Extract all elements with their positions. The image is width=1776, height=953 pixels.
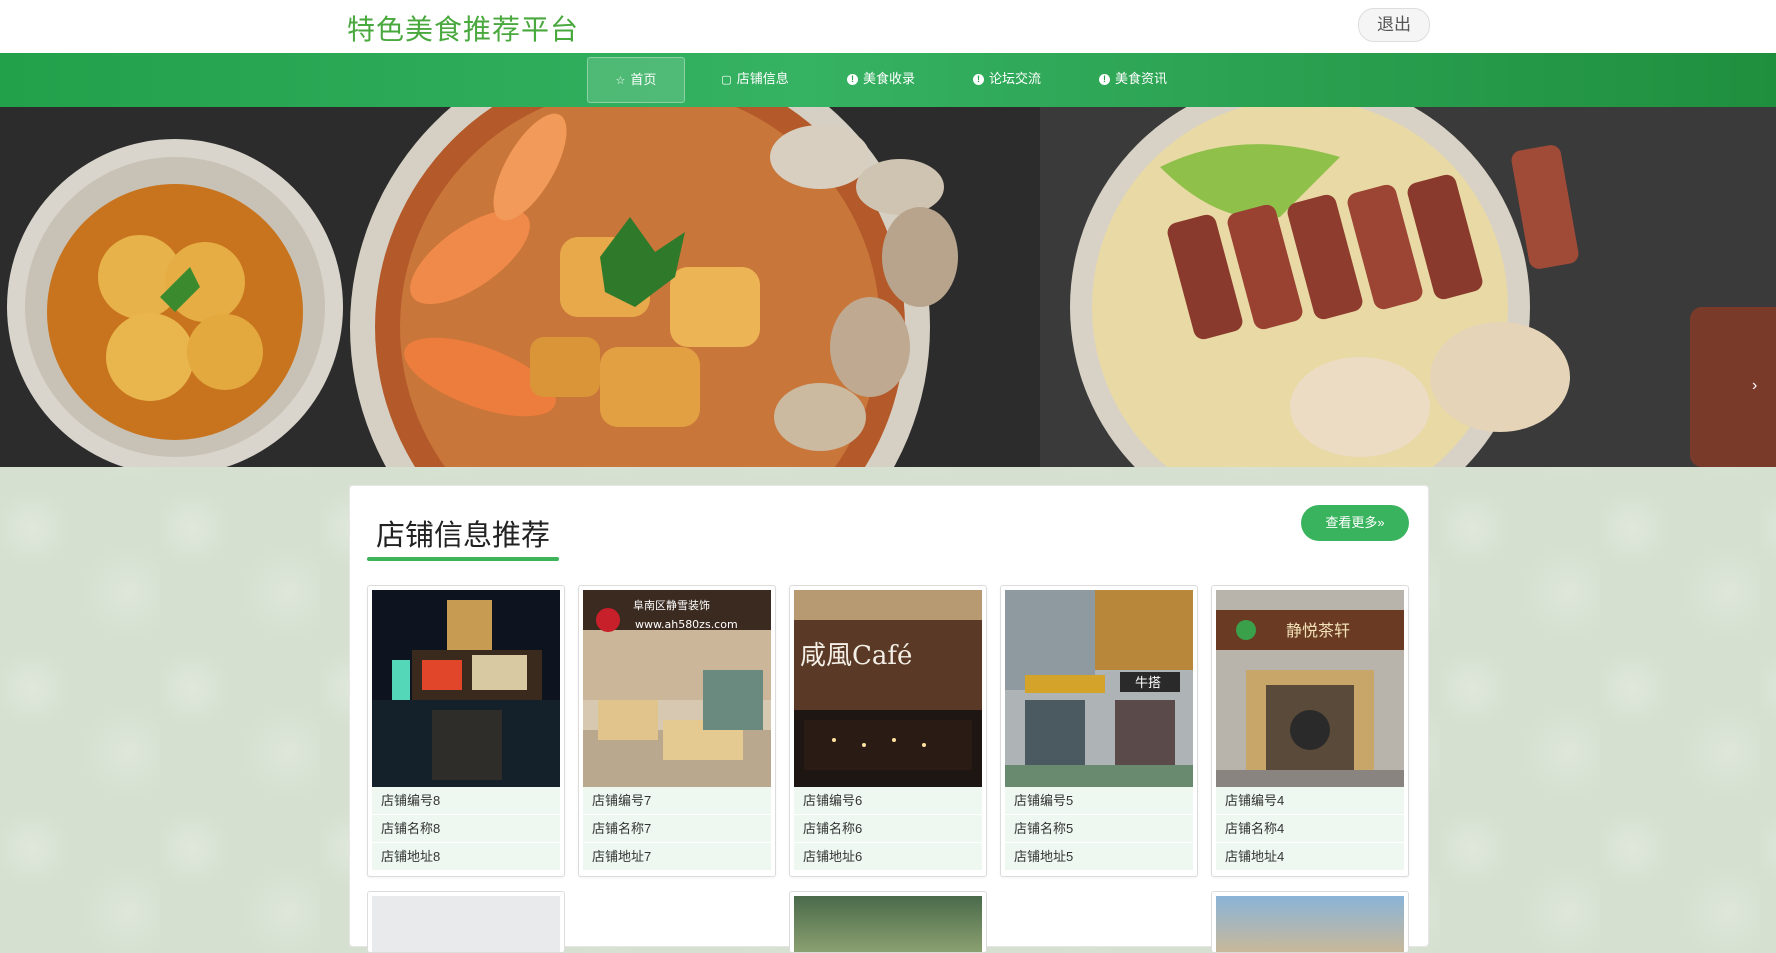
shop-image[interactable]: 牛搭 <box>1005 590 1193 787</box>
shop-name: 店铺名称8 <box>372 815 560 843</box>
shop5-sign: 牛搭 <box>1135 675 1161 691</box>
shop-name: 店铺名称5 <box>1005 815 1193 843</box>
shop-name: 店铺名称7 <box>583 815 771 843</box>
view-more-button[interactable]: 查看更多» <box>1301 505 1409 541</box>
info-icon: ! <box>972 74 984 85</box>
shop-card[interactable] <box>789 891 987 953</box>
nav-label: 首页 <box>630 72 657 87</box>
nav-label: 美食资讯 <box>1114 71 1167 86</box>
shop7-sign: 阜南区静雪装饰 <box>633 598 710 612</box>
shop-card[interactable]: 阜南区静雪装饰 www.ah580zs.com 店铺编号7 店铺名称7 店铺地址… <box>578 585 776 877</box>
main-nav: ☆ 首页 ▢ 店铺信息 ! 美食收录 ! 论坛交流 ! 美食资讯 <box>0 53 1776 107</box>
nav-item-news[interactable]: ! 美食资讯 <box>1078 57 1188 101</box>
nav-label: 店铺信息 <box>736 71 789 86</box>
shop4-sign: 静悦茶轩 <box>1286 621 1350 640</box>
shop-image[interactable]: 咸風Café <box>794 590 982 787</box>
shop-no: 店铺编号5 <box>1005 787 1193 815</box>
chevron-right-icon[interactable]: › <box>1752 377 1757 395</box>
banner-food-image <box>0 107 1776 467</box>
nav-item-forum[interactable]: ! 论坛交流 <box>952 57 1062 101</box>
shop-recommend-panel: 店铺信息推荐 查看更多» 店铺编号8 店铺名称8 店铺地址8 阜南区静雪装饰 w… <box>349 485 1429 953</box>
shop7-url: www.ah580zs.com <box>635 618 738 631</box>
hero-banner[interactable]: › <box>0 107 1776 467</box>
star-icon: ☆ <box>615 75 626 87</box>
shop-card[interactable] <box>1211 891 1409 953</box>
shop-image[interactable] <box>372 590 560 787</box>
shop6-sign: 咸風Café <box>800 641 912 671</box>
shop-image[interactable]: 阜南区静雪装饰 www.ah580zs.com <box>583 590 771 787</box>
shop-no: 店铺编号6 <box>794 787 982 815</box>
shop-card[interactable]: 静悦茶轩 店铺编号4 店铺名称4 店铺地址4 <box>1211 585 1409 877</box>
shop-image[interactable] <box>794 896 982 952</box>
shop-image[interactable]: 静悦茶轩 <box>1216 590 1404 787</box>
shop-card[interactable]: 牛搭 店铺编号5 店铺名称5 店铺地址5 <box>1000 585 1198 877</box>
site-title: 特色美食推荐平台 <box>347 14 580 45</box>
logout-button[interactable]: 退出 <box>1358 8 1430 42</box>
shop-no: 店铺编号8 <box>372 787 560 815</box>
info-icon: ! <box>846 74 858 85</box>
shop-image[interactable] <box>372 896 560 952</box>
shop-name: 店铺名称6 <box>794 815 982 843</box>
nav-item-shops[interactable]: ▢ 店铺信息 <box>700 57 810 101</box>
shop-card[interactable]: 店铺编号8 店铺名称8 店铺地址8 <box>367 585 565 877</box>
section-title: 店铺信息推荐 <box>376 520 551 552</box>
info-icon: ! <box>1098 74 1110 85</box>
nav-item-home[interactable]: ☆ 首页 <box>587 57 685 103</box>
section-underline <box>367 557 559 561</box>
shop-name: 店铺名称4 <box>1216 815 1404 843</box>
shop-card[interactable] <box>367 891 565 953</box>
shop-address: 店铺地址5 <box>1005 843 1193 871</box>
nav-item-food[interactable]: ! 美食收录 <box>826 57 936 101</box>
shop-address: 店铺地址7 <box>583 843 771 871</box>
shop-image[interactable] <box>1216 896 1404 952</box>
shop-address: 店铺地址4 <box>1216 843 1404 871</box>
shop-card[interactable]: 咸風Café 店铺编号6 店铺名称6 店铺地址6 <box>789 585 987 877</box>
shop-no: 店铺编号4 <box>1216 787 1404 815</box>
shop-no: 店铺编号7 <box>583 787 771 815</box>
shop-address: 店铺地址8 <box>372 843 560 871</box>
nav-label: 论坛交流 <box>988 71 1041 86</box>
shop-address: 店铺地址6 <box>794 843 982 871</box>
top-header: 特色美食推荐平台 退出 <box>0 0 1776 53</box>
bag-icon: ▢ <box>721 74 732 86</box>
nav-label: 美食收录 <box>862 71 915 86</box>
